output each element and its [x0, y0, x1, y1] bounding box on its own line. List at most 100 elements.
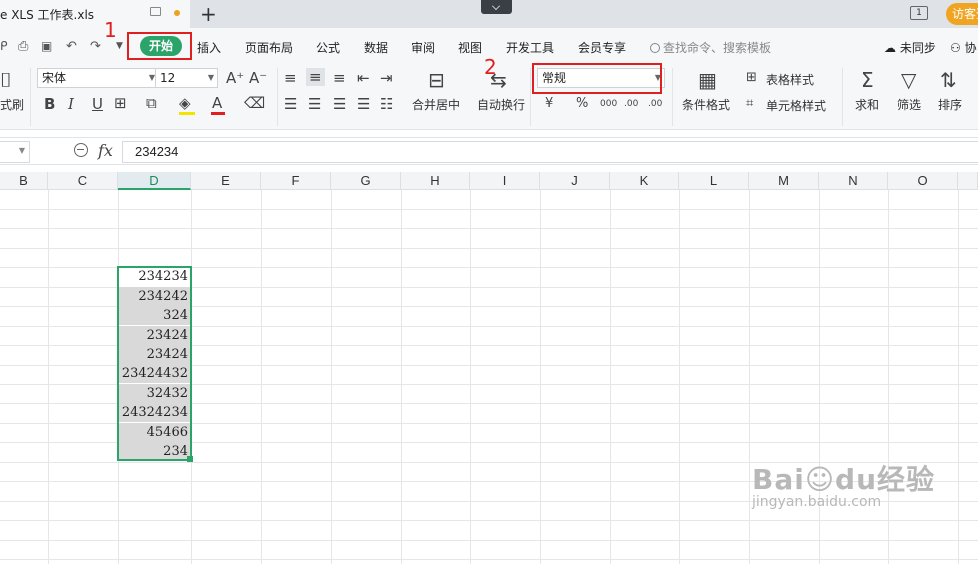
justify-icon[interactable]: ☰: [357, 96, 370, 112]
decrease-decimal-button[interactable]: .00: [648, 96, 662, 112]
column-header-j[interactable]: J: [540, 172, 610, 190]
print-icon[interactable]: ⎙: [18, 39, 28, 54]
align-right-icon[interactable]: ☰: [333, 96, 346, 112]
monitor-icon[interactable]: [150, 7, 161, 16]
sync-status[interactable]: ☁ 未同步: [884, 39, 936, 56]
italic-button[interactable]: I: [68, 96, 74, 112]
distribute-icon[interactable]: ☷: [380, 96, 393, 112]
zoom-out-icon[interactable]: [74, 143, 88, 157]
decrease-indent-icon[interactable]: ⇤: [357, 70, 370, 86]
cell-d[interactable]: 45466: [118, 423, 191, 442]
function-button[interactable]: fx: [98, 141, 113, 160]
annotation-box-start-tab: [127, 32, 192, 60]
column-header-e[interactable]: E: [191, 172, 261, 190]
collapse-titlebar-button[interactable]: [481, 0, 512, 14]
column-header-o[interactable]: O: [888, 172, 958, 190]
wrap-text-button[interactable]: 自动换行: [477, 96, 525, 113]
filter-icon[interactable]: ▽: [901, 68, 916, 92]
cell-d[interactable]: 23424: [118, 345, 191, 364]
increase-indent-icon[interactable]: ⇥: [380, 70, 393, 86]
collaborate-button[interactable]: ⚇ 协: [950, 39, 977, 56]
ribbon-separator: [30, 68, 31, 126]
column-header-i[interactable]: I: [470, 172, 540, 190]
guest-login-button[interactable]: 访客登: [946, 3, 978, 25]
currency-button[interactable]: ¥: [545, 96, 553, 112]
command-search[interactable]: 查找命令、搜索模板: [650, 39, 771, 56]
table-style-button[interactable]: 表格样式: [766, 71, 814, 88]
cell-d[interactable]: 24324234: [118, 403, 191, 422]
new-tab-button[interactable]: +: [200, 2, 217, 26]
document-tab[interactable]: е XLS 工作表.xls: [0, 0, 190, 28]
format-painter-icon[interactable]: ⌷: [0, 68, 12, 92]
font-size-select[interactable]: 12 ▼: [155, 68, 218, 88]
column-header-b[interactable]: B: [0, 172, 48, 190]
align-bottom-icon[interactable]: ≡: [333, 70, 346, 86]
cell-d[interactable]: 23424432: [118, 364, 191, 383]
formula-input[interactable]: 234234: [122, 141, 978, 163]
fill-color-icon[interactable]: ◈: [179, 95, 191, 111]
column-header-d[interactable]: D: [118, 172, 191, 190]
cell-d[interactable]: 234: [118, 442, 191, 461]
cell-d[interactable]: 32432: [118, 384, 191, 403]
increase-font-icon[interactable]: A⁺: [226, 70, 244, 86]
clear-format-icon[interactable]: ⌫: [244, 95, 265, 111]
column-header-h[interactable]: H: [401, 172, 470, 190]
increase-decimal-button[interactable]: .00: [624, 96, 638, 112]
cell-d[interactable]: 324: [118, 306, 191, 325]
tab-developer[interactable]: 开发工具: [506, 39, 554, 56]
quick-access-dropdown-icon[interactable]: ▼: [116, 41, 123, 51]
tab-page-layout[interactable]: 页面布局: [245, 39, 293, 56]
underline-button[interactable]: U: [92, 96, 103, 112]
column-header-p[interactable]: [958, 172, 978, 190]
tab-review[interactable]: 审阅: [411, 39, 435, 56]
decrease-font-icon[interactable]: A⁻: [249, 70, 267, 86]
fill-handle[interactable]: [187, 456, 193, 462]
conditional-format-icon[interactable]: ▦: [698, 68, 717, 92]
sum-icon[interactable]: Σ: [861, 68, 874, 92]
format-painter-label[interactable]: 式刷: [0, 96, 24, 113]
align-middle-icon[interactable]: ≡: [306, 68, 325, 86]
align-center-icon[interactable]: ☰: [308, 96, 321, 112]
sort-icon[interactable]: ⇅: [940, 68, 957, 92]
column-header-n[interactable]: N: [819, 172, 888, 190]
align-top-icon[interactable]: ≡: [284, 70, 297, 86]
conditional-format-button[interactable]: 条件格式: [682, 96, 730, 113]
filter-button[interactable]: 筛选: [897, 96, 921, 113]
bold-button[interactable]: B: [44, 96, 55, 112]
column-header-c[interactable]: C: [48, 172, 118, 190]
tab-insert[interactable]: 插入: [197, 39, 221, 56]
column-header-m[interactable]: M: [749, 172, 819, 190]
font-color-button[interactable]: A: [212, 95, 222, 111]
merge-center-icon[interactable]: ⊟: [428, 68, 445, 92]
cell-d[interactable]: 23424: [118, 326, 191, 345]
column-header-k[interactable]: K: [610, 172, 679, 190]
thousands-button[interactable]: 000: [600, 96, 617, 112]
border-icon[interactable]: ⊞: [114, 95, 127, 111]
tab-member[interactable]: 会员专享: [578, 39, 626, 56]
cell-style-icon[interactable]: ⧉: [146, 95, 157, 111]
print-preview-icon[interactable]: ▣: [41, 39, 52, 53]
column-header-g[interactable]: G: [331, 172, 401, 190]
undo-icon[interactable]: ↶: [66, 39, 77, 54]
cell-d[interactable]: 234242: [118, 287, 191, 306]
redo-partial-icon[interactable]: ᑭ: [0, 39, 8, 53]
tab-view[interactable]: 视图: [458, 39, 482, 56]
chevron-down-icon: ▼: [18, 146, 25, 155]
sort-button[interactable]: 排序: [938, 96, 962, 113]
cell-style-icon[interactable]: ⌗: [746, 96, 753, 112]
merge-center-button[interactable]: 合并居中: [412, 96, 460, 113]
column-header-f[interactable]: F: [261, 172, 331, 190]
percent-button[interactable]: %: [576, 96, 588, 112]
cell-d[interactable]: 234234: [118, 267, 191, 286]
table-style-icon[interactable]: ⊞: [746, 70, 757, 86]
tab-data[interactable]: 数据: [364, 39, 388, 56]
align-left-icon[interactable]: ☰: [284, 96, 297, 112]
tab-formulas[interactable]: 公式: [316, 39, 340, 56]
name-box[interactable]: ▼: [0, 141, 30, 163]
redo-icon[interactable]: ↷: [90, 39, 101, 54]
window-count-badge[interactable]: 1: [910, 6, 928, 20]
font-name-select[interactable]: 宋体 ▼: [37, 68, 159, 88]
column-header-l[interactable]: L: [679, 172, 749, 190]
cell-style-button[interactable]: 单元格样式: [766, 97, 826, 114]
sum-button[interactable]: 求和: [855, 96, 879, 113]
